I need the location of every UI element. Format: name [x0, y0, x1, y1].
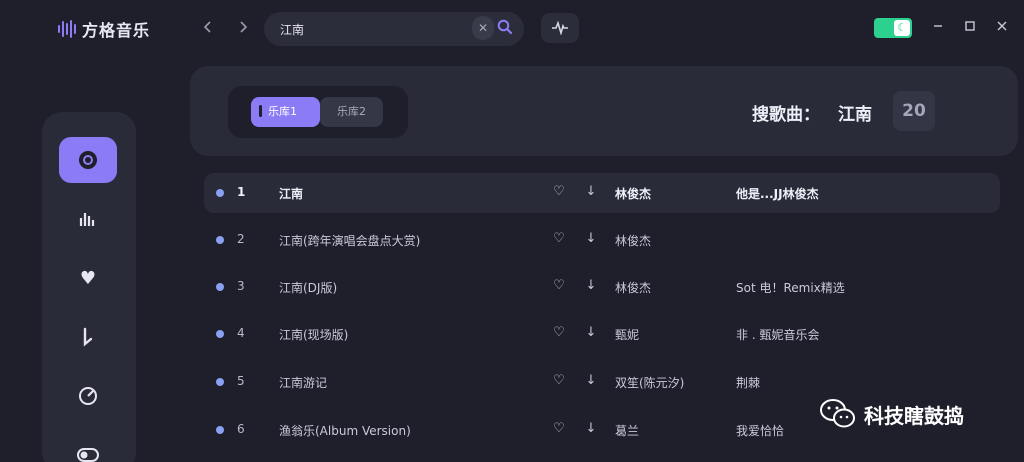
- sidebar-item-discover[interactable]: [59, 137, 117, 183]
- status-dot: [216, 189, 224, 197]
- song-artist[interactable]: 双笙(陈元汐): [615, 374, 684, 391]
- download-icon[interactable]: ↓: [584, 420, 598, 438]
- toggle-icon: [77, 448, 99, 462]
- search-value: 江南: [280, 23, 305, 37]
- song-artist[interactable]: 林俊杰: [615, 279, 651, 296]
- tab-library-2[interactable]: 乐库2: [320, 97, 383, 127]
- sidebar-item-downloads[interactable]: [59, 314, 117, 360]
- top-bar: 方格音乐 江南 ✕ ☾: [0, 0, 1024, 58]
- download-icon[interactable]: ↓: [584, 183, 598, 201]
- heart-outline-icon[interactable]: ♡: [552, 183, 566, 201]
- results-keyword: 江南: [838, 105, 872, 125]
- maximize-button[interactable]: [962, 19, 978, 37]
- heart-outline-icon[interactable]: ♡: [552, 324, 566, 342]
- status-dot: [216, 426, 224, 434]
- theme-toggle[interactable]: ☾: [874, 18, 912, 38]
- song-artist[interactable]: 葛兰: [615, 422, 639, 439]
- heart-outline-icon[interactable]: ♡: [552, 372, 566, 390]
- sidebar-item-favorites[interactable]: ♥: [59, 255, 117, 301]
- song-row[interactable]: 4 江南(现场版) ♡ ↓ 甄妮 非 . 甄妮音乐会: [204, 314, 1000, 354]
- song-album[interactable]: 我爱恰恰: [736, 422, 784, 439]
- disc-icon: [79, 151, 97, 169]
- close-icon: ✕: [477, 21, 489, 35]
- forward-button[interactable]: [234, 19, 252, 39]
- song-title[interactable]: 江南: [279, 185, 303, 202]
- song-index: 1: [237, 185, 246, 199]
- status-dot: [216, 236, 224, 244]
- song-row[interactable]: 3 江南(DJ版) ♡ ↓ 林俊杰 Sot 电！Remix精选: [204, 267, 1000, 307]
- tab-indicator: [259, 105, 262, 117]
- status-dot: [216, 378, 224, 386]
- sidebar-item-recent[interactable]: [59, 373, 117, 419]
- minimize-button[interactable]: [930, 19, 946, 37]
- song-title[interactable]: 渔翁乐(Album Version): [279, 422, 411, 439]
- song-index: 3: [237, 279, 245, 293]
- chevron-right-icon: [240, 21, 248, 33]
- back-button[interactable]: [199, 19, 217, 39]
- song-title[interactable]: 江南(现场版): [279, 326, 348, 343]
- song-album[interactable]: 他是...JJ林俊杰: [736, 185, 819, 202]
- clear-search-button[interactable]: ✕: [472, 16, 494, 40]
- results-label: 搜歌曲：: [752, 105, 820, 125]
- heart-outline-icon[interactable]: ♡: [552, 277, 566, 295]
- song-album[interactable]: 非 . 甄妮音乐会: [736, 326, 819, 343]
- close-icon: [997, 21, 1007, 31]
- tab-label: 乐库1: [268, 105, 297, 118]
- maximize-icon: [965, 21, 975, 31]
- song-row[interactable]: 1 江南 ♡ ↓ 林俊杰 他是...JJ林俊杰: [204, 173, 1000, 213]
- download-icon[interactable]: ↓: [584, 230, 598, 248]
- minimize-icon: [934, 25, 942, 27]
- tab-label: 乐库2: [337, 105, 366, 118]
- sidebar-item-charts[interactable]: [59, 196, 117, 242]
- search-icon[interactable]: [497, 19, 513, 35]
- bar-chart-icon: [79, 213, 95, 226]
- listen-recognize-button[interactable]: [541, 13, 579, 43]
- song-index: 5: [237, 374, 245, 388]
- status-dot: [216, 330, 224, 338]
- sidebar-item-settings[interactable]: [59, 432, 117, 462]
- app-logo: 方格音乐: [58, 17, 150, 41]
- song-row[interactable]: 2 江南(跨年演唱会盘点大赏) ♡ ↓ 林俊杰: [204, 220, 1000, 260]
- chevron-left-icon: [203, 21, 211, 33]
- result-count-badge: 20: [893, 91, 935, 131]
- heart-icon: ♥: [79, 267, 97, 289]
- song-album[interactable]: 荆棘: [736, 374, 760, 391]
- download-icon[interactable]: ↓: [584, 372, 598, 390]
- heart-outline-icon[interactable]: ♡: [552, 420, 566, 438]
- wechat-icon: [820, 399, 855, 428]
- song-artist[interactable]: 甄妮: [615, 326, 639, 343]
- watermark: 科技瞎鼓捣: [818, 396, 964, 432]
- song-album[interactable]: Sot 电！Remix精选: [736, 279, 845, 296]
- status-dot: [216, 283, 224, 291]
- close-window-button[interactable]: [994, 19, 1010, 37]
- waveform-icon: [552, 21, 568, 35]
- download-icon[interactable]: ↓: [584, 277, 598, 295]
- song-artist[interactable]: 林俊杰: [615, 185, 651, 202]
- tab-library-1[interactable]: 乐库1: [251, 97, 320, 127]
- moon-icon: ☾: [894, 20, 910, 36]
- note-icon: [83, 327, 93, 347]
- target-icon: [79, 387, 97, 405]
- song-title[interactable]: 江南(跨年演唱会盘点大赏): [279, 232, 420, 249]
- music-bars-icon: [58, 19, 76, 39]
- song-artist[interactable]: 林俊杰: [615, 232, 651, 249]
- song-title[interactable]: 江南游记: [279, 374, 327, 391]
- song-index: 6: [237, 422, 245, 436]
- download-icon[interactable]: ↓: [584, 324, 598, 342]
- song-index: 2: [237, 232, 245, 246]
- song-title[interactable]: 江南(DJ版): [279, 279, 337, 296]
- app-title: 方格音乐: [82, 21, 151, 40]
- watermark-text: 科技瞎鼓捣: [864, 403, 964, 428]
- song-index: 4: [237, 326, 245, 340]
- heart-outline-icon[interactable]: ♡: [552, 230, 566, 248]
